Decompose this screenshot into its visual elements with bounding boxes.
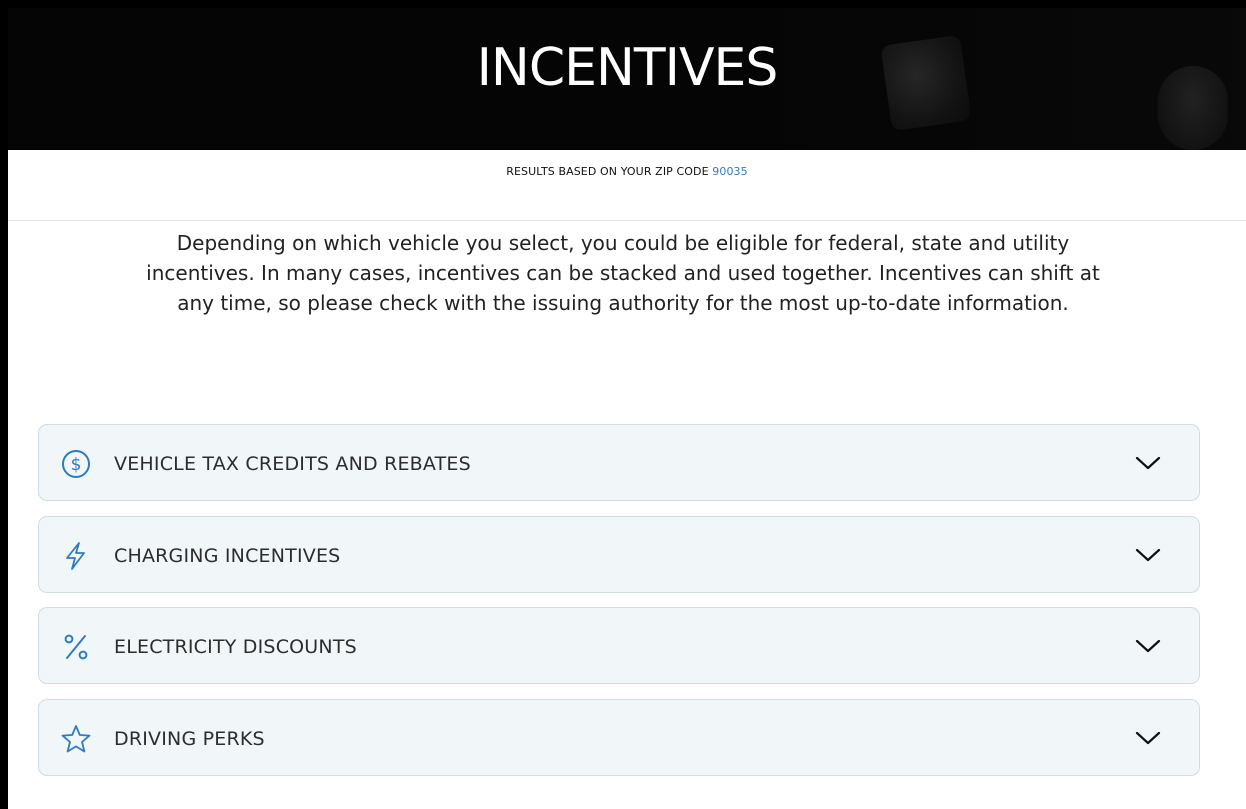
chevron-down-icon[interactable] (1135, 638, 1161, 654)
star-icon (61, 724, 91, 754)
percent-icon (61, 632, 91, 662)
accordion-driving-perks[interactable]: DRIVING PERKS (38, 699, 1200, 776)
zip-code-link[interactable]: 90035 (712, 165, 748, 178)
dollar-circle-icon: $ (61, 449, 91, 479)
zip-code-notice: RESULTS BASED ON YOUR ZIP CODE 90035 (8, 165, 1246, 178)
accordion-label: VEHICLE TAX CREDITS AND REBATES (114, 453, 471, 475)
lightning-bolt-icon (61, 541, 91, 571)
svg-text:$: $ (71, 455, 82, 475)
accordion-vehicle-tax-credits[interactable]: $ VEHICLE TAX CREDITS AND REBATES (38, 424, 1200, 501)
accordion-label: DRIVING PERKS (114, 728, 265, 750)
accordion-charging-incentives[interactable]: CHARGING INCENTIVES (38, 516, 1200, 593)
page-title: INCENTIVES (476, 38, 779, 98)
intro-paragraph: Depending on which vehicle you select, y… (146, 231, 1100, 315)
chevron-down-icon[interactable] (1135, 730, 1161, 746)
chevron-down-icon[interactable] (1135, 547, 1161, 563)
divider (8, 220, 1246, 221)
accordion-label: CHARGING INCENTIVES (114, 545, 341, 567)
accordion-electricity-discounts[interactable]: ELECTRICITY DISCOUNTS (38, 607, 1200, 684)
hero-banner: INCENTIVES (8, 8, 1246, 150)
accordion-label: ELECTRICITY DISCOUNTS (114, 636, 357, 658)
page: INCENTIVES RESULTS BASED ON YOUR ZIP COD… (8, 8, 1246, 809)
zip-code-label: RESULTS BASED ON YOUR ZIP CODE (506, 165, 709, 178)
chevron-down-icon[interactable] (1135, 455, 1161, 471)
